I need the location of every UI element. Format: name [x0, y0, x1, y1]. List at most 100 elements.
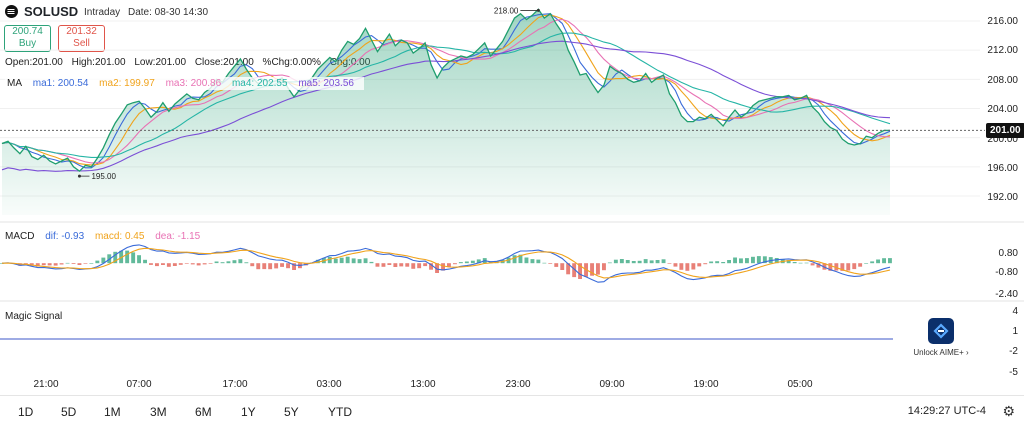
price-tick: 204.00 [987, 104, 1018, 115]
macd-bar [810, 263, 815, 266]
macd-bar [661, 259, 666, 264]
period-1d[interactable]: 1D [18, 405, 33, 419]
chevron-right-icon: › [966, 348, 969, 357]
macd-bar [637, 260, 642, 264]
macd-bar [77, 263, 82, 265]
period-5y[interactable]: 5Y [284, 405, 299, 419]
macd-value: macd: 0.45 [94, 231, 145, 242]
macd-bar [143, 259, 147, 264]
macd-bar [280, 263, 284, 267]
macd-bar [423, 263, 428, 267]
period-3m[interactable]: 3M [150, 405, 167, 419]
macd-bar [83, 263, 88, 264]
macd-bar [727, 260, 731, 264]
dea-value: dea: -1.15 [155, 231, 201, 242]
dif-value: dif: -0.93 [45, 231, 85, 242]
gear-icon[interactable]: ⚙ [1002, 403, 1015, 420]
macd-bar [756, 256, 761, 264]
magic-tick: 4 [1012, 306, 1018, 317]
macd-label: MACD [5, 231, 35, 242]
macd-bar [792, 262, 797, 264]
macd-bar [745, 258, 749, 264]
macd-bar [631, 261, 636, 264]
magic-tick: -2 [1009, 346, 1018, 357]
x-tick: 17:00 [222, 379, 248, 390]
ma2-value: ma2: 199.97 [99, 78, 155, 89]
macd-bar [363, 258, 368, 264]
macd-bar [196, 263, 201, 266]
macd-bar [530, 259, 535, 264]
macd-bar [125, 250, 130, 264]
macd-bar [536, 259, 541, 264]
macd-bar [375, 263, 380, 267]
macd-bar [548, 263, 553, 264]
price-tick: 212.00 [987, 45, 1018, 56]
macd-bar [619, 259, 624, 264]
macd-bar [268, 263, 273, 270]
macd-bar [715, 261, 720, 264]
macd-bar [405, 263, 410, 267]
macd-bar [697, 263, 702, 267]
macd-bar [703, 263, 708, 265]
price-tick: 208.00 [987, 75, 1018, 86]
macd-bar [274, 263, 279, 269]
magic-tick: 1 [1012, 326, 1018, 337]
macd-bar [226, 261, 231, 264]
macd-bar [149, 263, 153, 265]
macd-bar [643, 259, 648, 264]
unlock-aime-button[interactable]: Unlock AIME+ › [906, 318, 976, 357]
macd-bar [709, 261, 714, 264]
dea-line [1, 247, 891, 279]
price-chart[interactable]: 218.00 195.00 [0, 0, 1024, 425]
macd-bar [560, 263, 565, 270]
macd-legend: MACD dif: -0.93 macd: 0.45 dea: -1.15 [5, 231, 208, 242]
macd-bar [464, 261, 469, 264]
macd-bar [387, 263, 392, 265]
macd-bar [453, 263, 457, 265]
period-1m[interactable]: 1M [104, 405, 121, 419]
x-tick: 19:00 [693, 379, 719, 390]
macd-bar [739, 258, 743, 264]
x-tick: 21:00 [33, 379, 59, 390]
macd-bar [607, 262, 612, 264]
macd-bar [685, 263, 690, 271]
macd-bar [721, 262, 726, 264]
macd-bar [244, 262, 249, 264]
macd-bar [65, 262, 70, 264]
macd-bar [733, 257, 737, 264]
ma1-value: ma1: 200.54 [32, 78, 89, 89]
macd-bar [846, 263, 851, 271]
macd-bar [876, 259, 880, 264]
period-1y[interactable]: 1Y [241, 405, 256, 419]
ma-legend: MA ma1: 200.54 ma2: 199.97 ma3: 200.86 m… [5, 77, 364, 90]
period-ytd[interactable]: YTD [328, 405, 352, 419]
macd-bar [59, 263, 64, 265]
ma-label: MA [7, 78, 22, 89]
macd-bar [870, 261, 875, 264]
macd-bar [256, 263, 261, 270]
macd-bar [262, 263, 267, 270]
macd-bar [751, 256, 755, 264]
period-6m[interactable]: 6M [195, 405, 212, 419]
macd-bar [602, 263, 606, 271]
footer-divider [0, 395, 1024, 396]
x-tick: 07:00 [126, 379, 152, 390]
price-tick: 216.00 [987, 16, 1018, 27]
ma4-value: ma4: 202.55 [231, 78, 288, 89]
last-price-tag: 201.00 [986, 123, 1024, 138]
macd-bar [357, 259, 362, 264]
macd-bar [172, 263, 177, 266]
macd-bar [351, 258, 356, 264]
macd-bar [238, 259, 243, 264]
macd-bar [95, 260, 100, 264]
macd-bar [47, 263, 52, 266]
macd-bar [399, 263, 404, 267]
macd-bar [178, 263, 183, 265]
macd-bar [190, 263, 195, 265]
macd-bar [339, 257, 344, 264]
period-5d[interactable]: 5D [61, 405, 76, 419]
macd-bar [411, 263, 416, 269]
macd-bar [137, 255, 141, 264]
aime-label: Unlock AIME+ [913, 348, 964, 357]
low-marker-label: 195.00 [91, 172, 116, 181]
